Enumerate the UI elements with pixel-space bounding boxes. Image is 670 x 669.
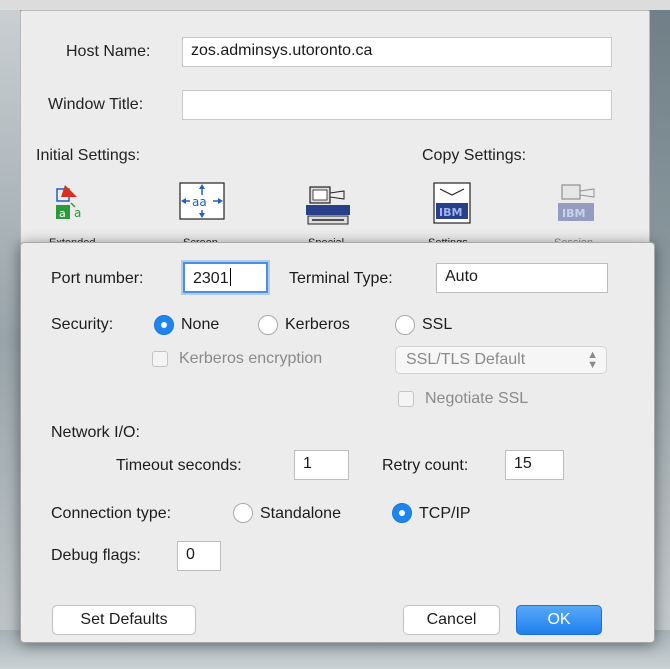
security-ssl-radio[interactable] — [395, 315, 415, 335]
debug-flags-label: Debug flags: — [51, 547, 141, 564]
terminal-type-input[interactable]: Auto — [436, 263, 608, 293]
kerberos-encryption-checkbox[interactable] — [152, 351, 168, 367]
screen-icon[interactable]: aa — [177, 181, 231, 239]
copy-settings-label: Copy Settings: — [422, 147, 527, 164]
host-name-input[interactable]: zos.adminsys.utoronto.ca — [182, 37, 612, 67]
terminal-type-label: Terminal Type: — [289, 270, 393, 287]
select-arrows-icon: ▲ ▼ — [587, 349, 598, 371]
kerberos-encryption-label: Kerberos encryption — [179, 350, 323, 367]
negotiate-ssl-checkbox[interactable] — [398, 391, 414, 407]
port-number-input[interactable]: 2301 — [183, 262, 268, 293]
initial-settings-label: Initial Settings: — [36, 147, 141, 164]
set-defaults-button[interactable]: Set Defaults — [52, 605, 196, 635]
window-title-input[interactable] — [182, 90, 612, 120]
svg-text:a: a — [74, 206, 81, 220]
svg-text:IBM: IBM — [439, 206, 462, 219]
retry-count-label: Retry count: — [382, 457, 469, 474]
network-io-label: Network I/O: — [51, 424, 140, 441]
ok-button[interactable]: OK — [516, 605, 602, 635]
desktop-left-strip — [0, 10, 20, 669]
debug-flags-input[interactable]: 0 — [177, 541, 221, 571]
timeout-seconds-input[interactable]: 1 — [294, 450, 349, 480]
port-number-label: Port number: — [51, 270, 144, 287]
connection-tcpip-radio[interactable] — [392, 503, 412, 523]
text-caret — [229, 268, 231, 286]
settings-icon[interactable]: IBM — [430, 181, 484, 239]
connection-type-label: Connection type: — [51, 505, 172, 522]
desktop-top-strip — [0, 0, 670, 10]
special-icon[interactable] — [304, 183, 358, 241]
ssl-mode-select[interactable]: SSL/TLS Default ▲ ▼ — [395, 346, 607, 374]
session-icon[interactable]: IBM — [554, 183, 608, 241]
svg-text:IBM: IBM — [562, 207, 585, 220]
security-label: Security: — [51, 316, 114, 333]
negotiate-ssl-label: Negotiate SSL — [425, 390, 529, 407]
svg-text:a: a — [59, 207, 66, 220]
port-number-value: 2301 — [193, 270, 229, 287]
svg-text:aa: aa — [192, 195, 207, 209]
host-name-label: Host Name: — [66, 43, 151, 60]
ssl-mode-value: SSL/TLS Default — [406, 351, 526, 368]
window-title-label: Window Title: — [48, 96, 144, 113]
connection-standalone-radio[interactable] — [233, 503, 253, 523]
security-kerberos-label: Kerberos — [285, 316, 350, 333]
retry-count-input[interactable]: 15 — [505, 450, 564, 480]
connection-tcpip-label: TCP/IP — [419, 505, 471, 522]
cancel-button[interactable]: Cancel — [403, 605, 500, 635]
extended-icon[interactable]: a a — [53, 183, 107, 241]
security-kerberos-radio[interactable] — [258, 315, 278, 335]
connection-standalone-label: Standalone — [260, 505, 341, 522]
security-none-label: None — [181, 316, 220, 333]
connection-settings-dialog: Port number: 2301 Terminal Type: Auto Se… — [20, 242, 655, 643]
security-none-radio[interactable] — [154, 315, 174, 335]
security-ssl-label: SSL — [422, 316, 453, 333]
timeout-seconds-label: Timeout seconds: — [116, 457, 242, 474]
